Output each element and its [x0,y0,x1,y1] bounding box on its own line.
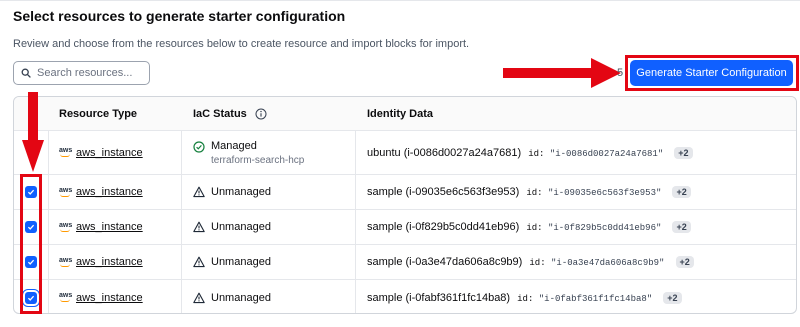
iac-status-cell: Managed terraform-search-hcp [193,131,304,174]
resource-type-cell: aws aws_instance [59,210,143,244]
table-row: aws aws_instance Unmanaged sample (i-0f8… [14,210,796,245]
resource-type-cell: aws aws_instance [59,175,143,209]
status-label: Unmanaged [211,291,271,304]
warning-triangle-icon [193,292,205,303]
iac-status-cell: Unmanaged [193,245,271,279]
header-iac-status-label: IaC Status [193,107,247,120]
identity-name: sample (i-0a3e47da606a8c9b9) [367,256,523,268]
info-icon[interactable] [255,108,267,120]
selection-count: 5 [617,67,624,79]
table-row: aws aws_instance Unmanaged sample (i-090… [14,175,796,210]
more-badge[interactable]: +2 [675,256,694,268]
aws-logo-icon: aws [59,257,72,267]
header-identity-data[interactable]: Identity Data [367,97,433,130]
resource-type-cell: aws aws_instance [59,131,143,174]
more-badge[interactable]: +2 [672,186,691,198]
more-badge[interactable]: +2 [674,146,693,159]
table-header-row: Resource Type IaC Status Identity Data [14,97,796,131]
resources-table: Resource Type IaC Status Identity Data a… [13,96,797,314]
aws-logo-icon: aws [59,147,72,157]
top-divider [0,0,800,1]
search-icon [21,68,31,78]
id-value: "i-09035e6c563f3e953" [547,188,662,198]
identity-data-cell: sample (i-09035e6c563f3e953) id: "i-0903… [367,175,691,209]
id-key: id: [517,293,534,304]
identity-data-cell: sample (i-0fabf361f1fc14ba8) id: "i-0fab… [367,280,682,313]
identity-data-cell: sample (i-0f829b5c0dd41eb96) id: "i-0f82… [367,210,691,244]
status-label: Unmanaged [211,221,271,233]
warning-triangle-icon [193,256,205,268]
warning-triangle-icon [193,186,205,198]
id-value: "i-0a3e47da606a8c9b9" [551,258,665,268]
resource-link[interactable]: aws_instance [76,221,143,233]
id-key: id: [526,188,543,198]
identity-name: ubuntu (i-0086d0027a24a7681) [367,146,522,159]
resource-type-cell: aws aws_instance [59,280,143,313]
resource-link[interactable]: aws_instance [76,186,143,198]
id-value: "i-0f829b5c0dd41eb96" [547,223,662,233]
id-key: id: [529,258,546,268]
generate-starter-configuration-button[interactable]: Generate Starter Configuration [630,60,793,86]
check-circle-icon [193,140,205,153]
page-subtitle: Review and choose from the resources bel… [13,38,470,50]
table-row: aws aws_instance Managed terraform-searc… [14,131,796,175]
iac-status-cell: Unmanaged [193,175,271,209]
status-label: Managed [211,139,257,152]
id-key: id: [526,223,543,233]
header-resource-type[interactable]: Resource Type [59,97,137,130]
annotation-arrow-down-icon [22,92,44,172]
iac-status-cell: Unmanaged [193,210,271,244]
status-label: Unmanaged [211,256,271,268]
identity-data-cell: sample (i-0a3e47da606a8c9b9) id: "i-0a3e… [367,245,694,279]
identity-name: sample (i-0f829b5c0dd41eb96) [367,221,520,233]
table-row: aws aws_instance Unmanaged sample (i-0a3… [14,245,796,280]
warning-triangle-icon [193,221,205,233]
iac-status-cell: Unmanaged [193,280,271,313]
aws-logo-icon: aws [59,222,72,232]
resource-link[interactable]: aws_instance [76,147,143,159]
resource-link[interactable]: aws_instance [76,292,143,304]
identity-data-cell: ubuntu (i-0086d0027a24a7681) id: "i-0086… [367,131,693,174]
resource-link[interactable]: aws_instance [76,256,143,268]
more-badge[interactable]: +2 [672,221,691,233]
page-title: Select resources to generate starter con… [13,8,346,24]
table-row: aws aws_instance Unmanaged sample (i-0fa… [14,280,796,313]
id-value: "i-0086d0027a24a7681" [549,148,664,159]
aws-logo-icon: aws [59,187,72,197]
more-badge[interactable]: +2 [663,291,682,304]
workspace-label: terraform-search-hcp [211,154,305,166]
annotation-arrow-right-icon [503,58,621,88]
identity-name: sample (i-0fabf361f1fc14ba8) [367,291,511,304]
aws-logo-icon: aws [59,292,72,302]
identity-name: sample (i-09035e6c563f3e953) [367,186,520,198]
search-input[interactable] [37,67,147,79]
status-label: Unmanaged [211,186,271,198]
annotation-highlight-box [20,174,42,314]
header-iac-status[interactable]: IaC Status [193,97,267,130]
id-key: id: [528,148,545,159]
resource-type-cell: aws aws_instance [59,245,143,279]
id-value: "i-0fabf361f1fc14ba8" [538,293,653,304]
search-box[interactable] [13,61,150,85]
